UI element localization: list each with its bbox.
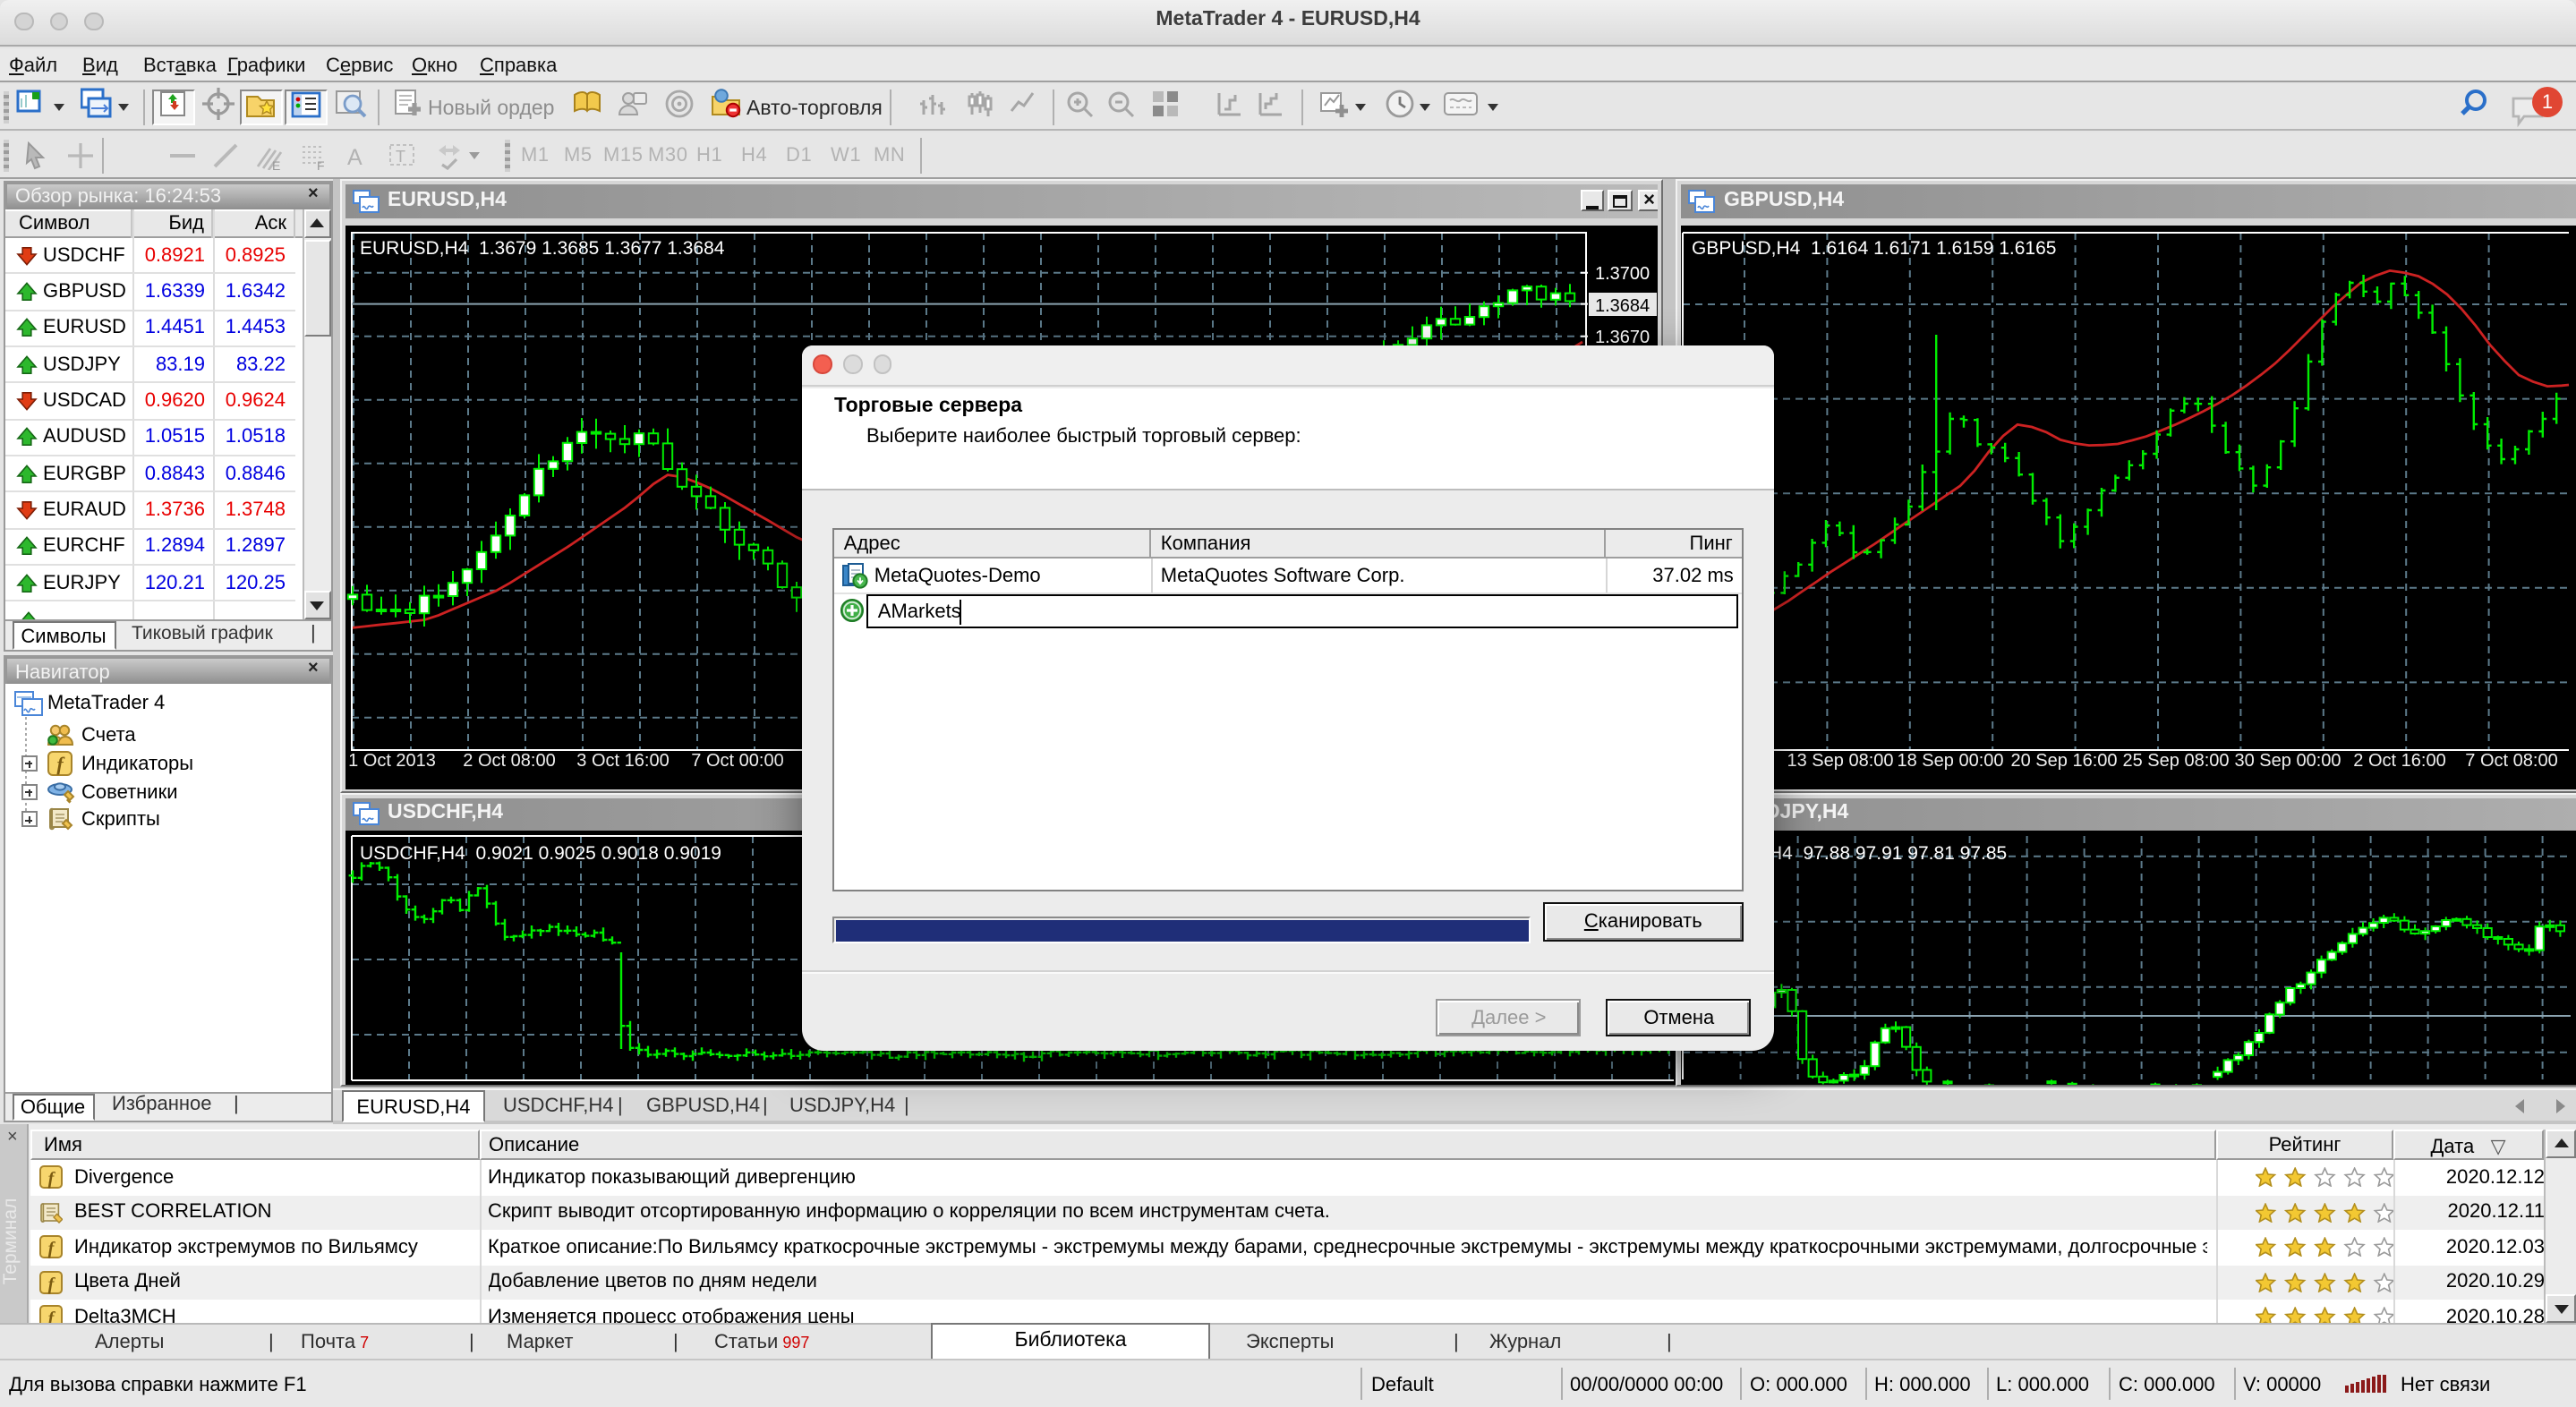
svg-text:18 Sep 00:00: 18 Sep 00:00 bbox=[1898, 751, 2004, 771]
svg-text:3 Oct 16:00: 3 Oct 16:00 bbox=[576, 751, 668, 771]
svg-text:1: 1 bbox=[2542, 90, 2553, 112]
svg-text:EURUSD,H4 1.3679 1.3685 1.367: EURUSD,H4 1.3679 1.3685 1.3677 1.3684 bbox=[359, 238, 724, 259]
svg-text:1.3670: 1.3670 bbox=[1594, 328, 1649, 347]
svg-text:25 Sep 08:00: 25 Sep 08:00 bbox=[2123, 751, 2230, 771]
svg-text:7 Oct 08:00: 7 Oct 08:00 bbox=[2465, 751, 2557, 771]
svg-text:13 Sep 08:00: 13 Sep 08:00 bbox=[1787, 751, 1894, 771]
svg-text:2 Oct 08:00: 2 Oct 08:00 bbox=[462, 751, 554, 771]
svg-text:1.3684: 1.3684 bbox=[1594, 296, 1649, 316]
svg-text:T: T bbox=[396, 147, 405, 165]
svg-text:30 Sep 00:00: 30 Sep 00:00 bbox=[2235, 751, 2341, 771]
svg-text:E: E bbox=[272, 158, 280, 169]
svg-text:F: F bbox=[317, 158, 325, 169]
svg-text:GBPUSD,H4 1.6164 1.6171 1.615: GBPUSD,H4 1.6164 1.6171 1.6159 1.6165 bbox=[1692, 238, 2056, 259]
svg-text:1 Oct 2013: 1 Oct 2013 bbox=[347, 751, 435, 771]
svg-text:1.3700: 1.3700 bbox=[1594, 264, 1649, 284]
svg-text:7 Oct 00:00: 7 Oct 00:00 bbox=[690, 751, 782, 771]
svg-text:USDCHF,H4 0.9021 0.9025 0.901: USDCHF,H4 0.9021 0.9025 0.9018 0.9019 bbox=[359, 842, 721, 863]
svg-text:2 Oct 16:00: 2 Oct 16:00 bbox=[2353, 751, 2445, 771]
svg-text:20 Sep 16:00: 20 Sep 16:00 bbox=[2011, 751, 2118, 771]
